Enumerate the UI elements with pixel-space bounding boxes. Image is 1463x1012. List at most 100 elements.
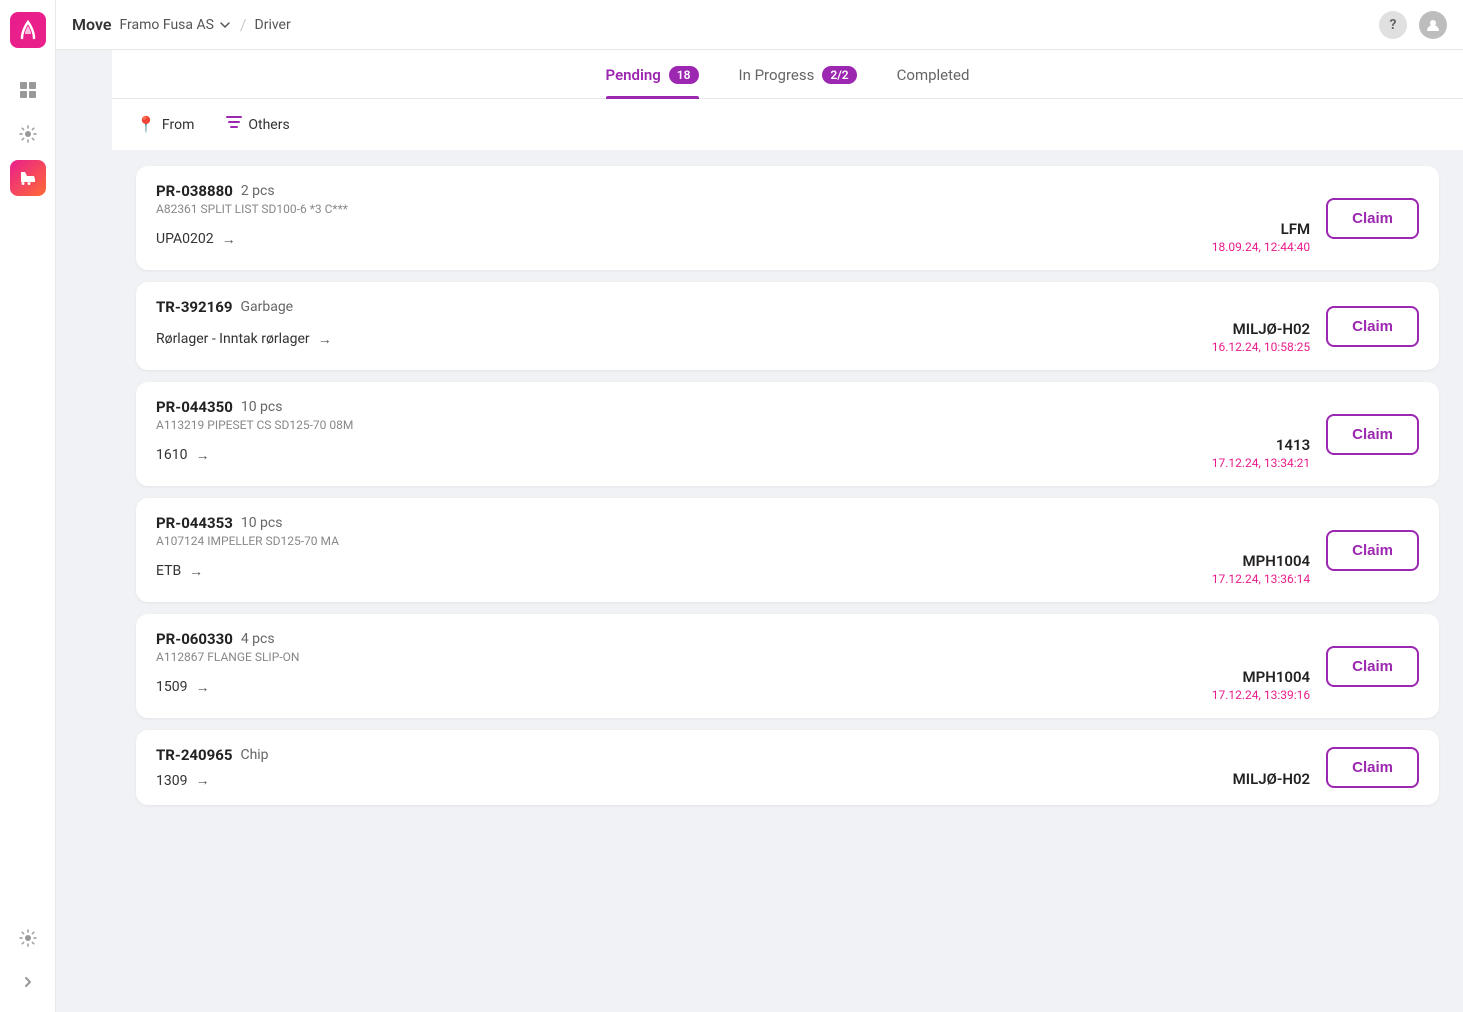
card-from: 1610 — [156, 447, 187, 463]
card-header-row: PR-044350 10 pcs A113219 PIPESET CS SD12… — [156, 398, 1310, 432]
claim-button[interactable]: Claim — [1326, 198, 1419, 239]
list-item: TR-240965 Chip 1309 → MILJØ-H02 Claim — [136, 730, 1439, 805]
card-from: Rørlager - Inntak rørlager — [156, 331, 310, 347]
list-item: PR-044353 10 pcs A107124 IMPELLER SD125-… — [136, 498, 1439, 602]
card-header-row: TR-240965 Chip — [156, 746, 1310, 764]
arrow-icon: → — [318, 331, 332, 348]
user-avatar[interactable] — [1419, 11, 1447, 39]
claim-button[interactable]: Claim — [1326, 414, 1419, 455]
card-type: 10 pcs — [241, 399, 283, 415]
card-id: TR-240965 — [156, 746, 232, 764]
tab-pending-badge: 18 — [669, 66, 699, 84]
card-id: PR-060330 — [156, 630, 233, 648]
claim-button[interactable]: Claim — [1326, 306, 1419, 347]
card-from: UPA0202 — [156, 231, 214, 247]
arrow-icon: → — [195, 772, 209, 789]
help-button[interactable]: ? — [1379, 11, 1407, 39]
sidebar-item-bottom-settings[interactable] — [10, 920, 46, 956]
filter-others[interactable]: Others — [226, 115, 289, 134]
sidebar-item-expand[interactable] — [10, 964, 46, 1000]
card-destination: 1413 17.12.24, 13:34:21 — [1212, 436, 1310, 470]
card-desc: A82361 SPLIT LIST SD100-6 *3 C*** — [156, 202, 1310, 216]
card-header-row: PR-044353 10 pcs A107124 IMPELLER SD125-… — [156, 514, 1310, 548]
card-header: PR-038880 2 pcs — [156, 182, 1310, 200]
arrow-icon: → — [195, 447, 209, 464]
card-id: PR-038880 — [156, 182, 233, 200]
card-route: 1309 → — [156, 768, 1217, 789]
card-route: UPA0202 → — [156, 227, 1196, 248]
tab-in-progress-badge: 2/2 — [822, 66, 856, 84]
card-from: 1509 — [156, 679, 187, 695]
card-header-row: TR-392169 Garbage — [156, 298, 1310, 316]
card-dest-name: MPH1004 — [1212, 668, 1310, 686]
sidebar-item-settings[interactable] — [10, 116, 46, 152]
filter-others-label: Others — [248, 117, 289, 133]
card-type: 4 pcs — [241, 631, 275, 647]
filter-from[interactable]: 📍 From — [136, 115, 194, 134]
tab-pending-label: Pending — [606, 66, 661, 84]
card-destination: MPH1004 17.12.24, 13:39:16 — [1212, 668, 1310, 702]
tab-completed[interactable]: Completed — [897, 66, 970, 98]
app-logo[interactable] — [10, 12, 46, 48]
card-id: PR-044350 — [156, 398, 233, 416]
list-item: PR-044350 10 pcs A113219 PIPESET CS SD12… — [136, 382, 1439, 486]
list-item: PR-038880 2 pcs A82361 SPLIT LIST SD100-… — [136, 166, 1439, 270]
tab-bar: Pending 18 In Progress 2/2 Completed — [112, 50, 1463, 99]
card-dest-time: 18.09.24, 12:44:40 — [1212, 240, 1310, 254]
topbar-actions: ? — [1379, 11, 1447, 39]
main-content: Pending 18 In Progress 2/2 Completed 📍 F… — [112, 50, 1463, 1012]
card-header-row: PR-038880 2 pcs A82361 SPLIT LIST SD100-… — [156, 182, 1310, 216]
tab-pending[interactable]: Pending 18 — [606, 66, 699, 98]
claim-button[interactable]: Claim — [1326, 530, 1419, 571]
arrow-icon: → — [195, 679, 209, 696]
pin-icon: 📍 — [136, 115, 156, 134]
card-dest-name: 1413 — [1212, 436, 1310, 454]
card-desc: A107124 IMPELLER SD125-70 MA — [156, 534, 1310, 548]
claim-button[interactable]: Claim — [1326, 646, 1419, 687]
card-type: Garbage — [240, 299, 293, 315]
card-dest-time: 17.12.24, 13:39:16 — [1212, 688, 1310, 702]
card-dest-name: MILJØ-H02 — [1233, 770, 1311, 788]
card-route: 1509 → — [156, 675, 1196, 696]
card-dest-time: 17.12.24, 13:36:14 — [1212, 572, 1310, 586]
company-name: Framo Fusa AS — [119, 17, 213, 33]
filter-icon — [226, 115, 242, 134]
card-dest-name: MPH1004 — [1212, 552, 1310, 570]
card-id: TR-392169 — [156, 298, 232, 316]
list-item: TR-392169 Garbage Rørlager - Inntak rørl… — [136, 282, 1439, 370]
tab-completed-label: Completed — [897, 66, 970, 84]
arrow-icon: → — [222, 231, 236, 248]
breadcrumb-separator: / — [240, 15, 247, 34]
sidebar — [0, 0, 56, 1012]
card-dest-name: MILJØ-H02 — [1212, 320, 1310, 338]
card-id: PR-044353 — [156, 514, 233, 532]
card-dest-time: 16.12.24, 10:58:25 — [1212, 340, 1310, 354]
card-from: 1309 — [156, 773, 187, 789]
filter-row: 📍 From Others — [112, 99, 1463, 150]
arrow-icon: → — [189, 563, 203, 580]
card-dest-time: 17.12.24, 13:34:21 — [1212, 456, 1310, 470]
card-destination: MPH1004 17.12.24, 13:36:14 — [1212, 552, 1310, 586]
card-route: ETB → — [156, 559, 1196, 580]
card-header-row: PR-060330 4 pcs A112867 FLANGE SLIP-ON — [156, 630, 1310, 664]
card-header: PR-060330 4 pcs — [156, 630, 1310, 648]
card-type: 10 pcs — [241, 515, 283, 531]
company-selector[interactable]: Framo Fusa AS — [119, 17, 231, 33]
app-title: Move — [72, 15, 111, 34]
chevron-down-icon — [218, 18, 232, 32]
card-route: 1610 → — [156, 443, 1196, 464]
card-route: Rørlager - Inntak rørlager → — [156, 327, 1196, 348]
card-from: ETB — [156, 563, 181, 579]
cards-list: PR-038880 2 pcs A82361 SPLIT LIST SD100-… — [112, 150, 1463, 1012]
card-desc: A112867 FLANGE SLIP-ON — [156, 650, 1310, 664]
card-desc: A113219 PIPESET CS SD125-70 08M — [156, 418, 1310, 432]
claim-button[interactable]: Claim — [1326, 747, 1419, 788]
card-header: TR-240965 Chip — [156, 746, 1310, 764]
card-type: 2 pcs — [241, 183, 275, 199]
card-header: TR-392169 Garbage — [156, 298, 1310, 316]
sidebar-item-forklift[interactable] — [10, 160, 46, 196]
sidebar-item-dashboard[interactable] — [10, 72, 46, 108]
card-header: PR-044353 10 pcs — [156, 514, 1310, 532]
topbar: Move Framo Fusa AS / Driver ? — [56, 0, 1463, 50]
tab-in-progress[interactable]: In Progress 2/2 — [739, 66, 857, 98]
